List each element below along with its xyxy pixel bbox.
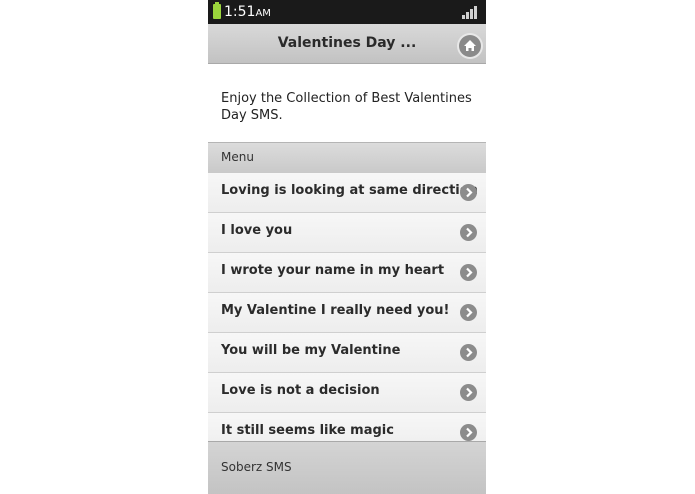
list-item-label: My Valentine I really need you! xyxy=(221,303,450,318)
list-item[interactable]: I love you xyxy=(208,213,486,253)
chevron-right-icon xyxy=(460,264,477,281)
battery-icon xyxy=(213,2,221,19)
app-header: Valentines Day ... xyxy=(208,24,486,64)
list-item[interactable]: I wrote your name in my heart xyxy=(208,253,486,293)
footer-text: Soberz SMS xyxy=(221,460,292,474)
menu-list: Loving is looking at same direction I lo… xyxy=(208,173,486,453)
chevron-right-icon xyxy=(460,304,477,321)
list-item[interactable]: My Valentine I really need you! xyxy=(208,293,486,333)
home-button[interactable] xyxy=(459,35,481,57)
list-item[interactable]: Love is not a decision xyxy=(208,373,486,413)
list-item-label: It still seems like magic xyxy=(221,423,394,438)
chevron-right-icon xyxy=(460,184,477,201)
list-item-label: I love you xyxy=(221,223,293,238)
menu-section-header: Menu xyxy=(208,142,486,174)
list-item-label: You will be my Valentine xyxy=(221,343,401,358)
list-item[interactable]: You will be my Valentine xyxy=(208,333,486,373)
chevron-right-icon xyxy=(460,424,477,441)
chevron-right-icon xyxy=(460,224,477,241)
clock-ampm: AM xyxy=(255,8,271,19)
list-item-label: Loving is looking at same direction xyxy=(221,183,478,198)
clock-time: 1:51 xyxy=(224,4,256,20)
chevron-right-icon xyxy=(460,384,477,401)
list-item-label: Love is not a decision xyxy=(221,383,380,398)
list-item[interactable]: Loving is looking at same direction xyxy=(208,173,486,213)
status-clock: 1:51AM xyxy=(224,3,271,23)
page-title: Valentines Day ... xyxy=(277,35,417,51)
home-icon xyxy=(464,40,476,51)
menu-title: Menu xyxy=(221,150,254,164)
signal-icon xyxy=(462,6,478,19)
phone-screen: 1:51AM Valentines Day ... Enjoy the Coll… xyxy=(208,0,486,494)
intro-text: Enjoy the Collection of Best Valentines … xyxy=(221,91,472,123)
status-bar: 1:51AM xyxy=(208,0,486,24)
app-footer: Soberz SMS xyxy=(208,441,486,494)
list-item-label: I wrote your name in my heart xyxy=(221,263,445,278)
chevron-right-icon xyxy=(460,344,477,361)
